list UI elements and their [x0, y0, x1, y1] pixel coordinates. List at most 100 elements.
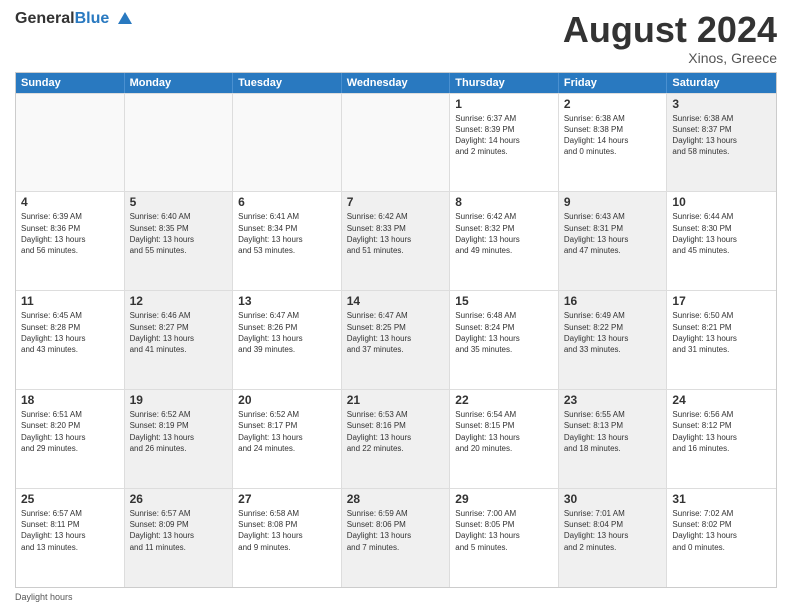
day-info: Sunrise: 6:47 AM Sunset: 8:25 PM Dayligh… [347, 310, 445, 355]
cal-cell: 6Sunrise: 6:41 AM Sunset: 8:34 PM Daylig… [233, 192, 342, 290]
cal-cell: 9 Sunrise: 6:43 AM Sunset: 8:31 PM Daylig… [559, 192, 668, 290]
cal-header-day: Friday [559, 73, 668, 93]
cal-week-row: 1 Sunrise: 6:37 AM Sunset: 8:39 PM Daylig… [16, 93, 776, 192]
day-info: Sunrise: 7:01 AM Sunset: 8:04 PM Dayligh… [564, 508, 662, 553]
cal-cell: 29 Sunrise: 7:00 AM Sunset: 8:05 PM Dayli… [450, 489, 559, 587]
cal-cell: 18 Sunrise: 6:51 AM Sunset: 8:20 PM Dayli… [16, 390, 125, 488]
day-info: Sunrise: 6:56 AM Sunset: 8:12 PM Dayligh… [672, 409, 771, 454]
day-info: Sunrise: 6:39 AM Sunset: 8:36 PM Dayligh… [21, 211, 119, 256]
day-info: Sunrise: 6:43 AM Sunset: 8:31 PM Dayligh… [564, 211, 662, 256]
day-number: 6 [238, 195, 336, 209]
day-number: 18 [21, 393, 119, 407]
day-number: 1 [455, 97, 553, 111]
calendar-body: 1 Sunrise: 6:37 AM Sunset: 8:39 PM Daylig… [16, 93, 776, 587]
cal-header-day: Tuesday [233, 73, 342, 93]
day-number: 17 [672, 294, 771, 308]
day-number: 29 [455, 492, 553, 506]
cal-cell: 14 Sunrise: 6:47 AM Sunset: 8:25 PM Dayli… [342, 291, 451, 389]
cal-cell: 1 Sunrise: 6:37 AM Sunset: 8:39 PM Daylig… [450, 94, 559, 192]
cal-cell: 27 Sunrise: 6:58 AM Sunset: 8:08 PM Dayli… [233, 489, 342, 587]
day-number: 30 [564, 492, 662, 506]
day-number: 3 [672, 97, 771, 111]
cal-week-row: 4 Sunrise: 6:39 AM Sunset: 8:36 PM Daylig… [16, 191, 776, 290]
cal-cell: 17 Sunrise: 6:50 AM Sunset: 8:21 PM Dayli… [667, 291, 776, 389]
day-info: Sunrise: 6:50 AM Sunset: 8:21 PM Dayligh… [672, 310, 771, 355]
day-number: 7 [347, 195, 445, 209]
month-title: August 2024 [563, 10, 777, 50]
cal-week-row: 11 Sunrise: 6:45 AM Sunset: 8:28 PM Dayli… [16, 290, 776, 389]
day-number: 12 [130, 294, 228, 308]
logo-text: GeneralBlue [15, 10, 134, 29]
day-number: 28 [347, 492, 445, 506]
day-number: 16 [564, 294, 662, 308]
header: GeneralBlue August 2024 Xinos, Greece [15, 10, 777, 66]
day-number: 24 [672, 393, 771, 407]
page: GeneralBlue August 2024 Xinos, Greece Su… [0, 0, 792, 612]
day-info: Sunrise: 6:47 AM Sunset: 8:26 PM Dayligh… [238, 310, 336, 355]
cal-cell: 2Sunrise: 6:38 AM Sunset: 8:38 PM Daylig… [559, 94, 668, 192]
day-info: Sunrise: 6:44 AM Sunset: 8:30 PM Dayligh… [672, 211, 771, 256]
day-info: Sunrise: 7:02 AM Sunset: 8:02 PM Dayligh… [672, 508, 771, 553]
cal-header-day: Sunday [16, 73, 125, 93]
day-info: Sunrise: 6:49 AM Sunset: 8:22 PM Dayligh… [564, 310, 662, 355]
day-info: Sunrise: 6:42 AM Sunset: 8:33 PM Dayligh… [347, 211, 445, 256]
day-number: 21 [347, 393, 445, 407]
day-info: Sunrise: 6:57 AM Sunset: 8:11 PM Dayligh… [21, 508, 119, 553]
day-info: Sunrise: 6:45 AM Sunset: 8:28 PM Dayligh… [21, 310, 119, 355]
cal-cell: 31 Sunrise: 7:02 AM Sunset: 8:02 PM Dayli… [667, 489, 776, 587]
cal-cell: 8 Sunrise: 6:42 AM Sunset: 8:32 PM Daylig… [450, 192, 559, 290]
day-info: Sunrise: 6:58 AM Sunset: 8:08 PM Dayligh… [238, 508, 336, 553]
day-number: 19 [130, 393, 228, 407]
cal-cell: 4 Sunrise: 6:39 AM Sunset: 8:36 PM Daylig… [16, 192, 125, 290]
day-info: Sunrise: 6:37 AM Sunset: 8:39 PM Dayligh… [455, 113, 553, 158]
cal-header-day: Thursday [450, 73, 559, 93]
cal-cell: 16 Sunrise: 6:49 AM Sunset: 8:22 PM Dayli… [559, 291, 668, 389]
day-info: Sunrise: 6:40 AM Sunset: 8:35 PM Dayligh… [130, 211, 228, 256]
logo-icon [116, 10, 134, 28]
day-number: 26 [130, 492, 228, 506]
day-number: 13 [238, 294, 336, 308]
day-info: Sunrise: 6:46 AM Sunset: 8:27 PM Dayligh… [130, 310, 228, 355]
day-number: 14 [347, 294, 445, 308]
calendar-header: SundayMondayTuesdayWednesdayThursdayFrid… [16, 73, 776, 93]
logo-general: General [15, 10, 75, 27]
day-number: 8 [455, 195, 553, 209]
day-info: Sunrise: 6:42 AM Sunset: 8:32 PM Dayligh… [455, 211, 553, 256]
cal-week-row: 25Sunrise: 6:57 AM Sunset: 8:11 PM Dayli… [16, 488, 776, 587]
cal-cell: 3Sunrise: 6:38 AM Sunset: 8:37 PM Daylig… [667, 94, 776, 192]
cal-cell: 7 Sunrise: 6:42 AM Sunset: 8:33 PM Daylig… [342, 192, 451, 290]
title-area: August 2024 Xinos, Greece [563, 10, 777, 66]
day-number: 20 [238, 393, 336, 407]
cal-week-row: 18 Sunrise: 6:51 AM Sunset: 8:20 PM Dayli… [16, 389, 776, 488]
cal-header-day: Saturday [667, 73, 776, 93]
day-info: Sunrise: 6:48 AM Sunset: 8:24 PM Dayligh… [455, 310, 553, 355]
cal-cell: 5Sunrise: 6:40 AM Sunset: 8:35 PM Daylig… [125, 192, 234, 290]
cal-header-day: Monday [125, 73, 234, 93]
cal-cell: 30 Sunrise: 7:01 AM Sunset: 8:04 PM Dayli… [559, 489, 668, 587]
day-number: 31 [672, 492, 771, 506]
day-number: 9 [564, 195, 662, 209]
day-info: Sunrise: 6:38 AM Sunset: 8:38 PM Dayligh… [564, 113, 662, 158]
day-info: Sunrise: 6:57 AM Sunset: 8:09 PM Dayligh… [130, 508, 228, 553]
day-number: 23 [564, 393, 662, 407]
cal-cell: 22Sunrise: 6:54 AM Sunset: 8:15 PM Dayli… [450, 390, 559, 488]
cal-cell: 25Sunrise: 6:57 AM Sunset: 8:11 PM Dayli… [16, 489, 125, 587]
cal-cell: 12 Sunrise: 6:46 AM Sunset: 8:27 PM Dayli… [125, 291, 234, 389]
day-number: 11 [21, 294, 119, 308]
logo: GeneralBlue [15, 10, 134, 29]
day-number: 4 [21, 195, 119, 209]
cal-cell: 21 Sunrise: 6:53 AM Sunset: 8:16 PM Dayli… [342, 390, 451, 488]
day-info: Sunrise: 6:54 AM Sunset: 8:15 PM Dayligh… [455, 409, 553, 454]
cal-header-day: Wednesday [342, 73, 451, 93]
cal-cell: 19Sunrise: 6:52 AM Sunset: 8:19 PM Dayli… [125, 390, 234, 488]
day-info: Sunrise: 7:00 AM Sunset: 8:05 PM Dayligh… [455, 508, 553, 553]
footer-text: Daylight hours [15, 592, 73, 602]
cal-cell [342, 94, 451, 192]
calendar: SundayMondayTuesdayWednesdayThursdayFrid… [15, 72, 777, 588]
day-number: 27 [238, 492, 336, 506]
day-info: Sunrise: 6:51 AM Sunset: 8:20 PM Dayligh… [21, 409, 119, 454]
cal-cell [233, 94, 342, 192]
cal-cell: 28Sunrise: 6:59 AM Sunset: 8:06 PM Dayli… [342, 489, 451, 587]
day-info: Sunrise: 6:53 AM Sunset: 8:16 PM Dayligh… [347, 409, 445, 454]
cal-cell: 23Sunrise: 6:55 AM Sunset: 8:13 PM Dayli… [559, 390, 668, 488]
